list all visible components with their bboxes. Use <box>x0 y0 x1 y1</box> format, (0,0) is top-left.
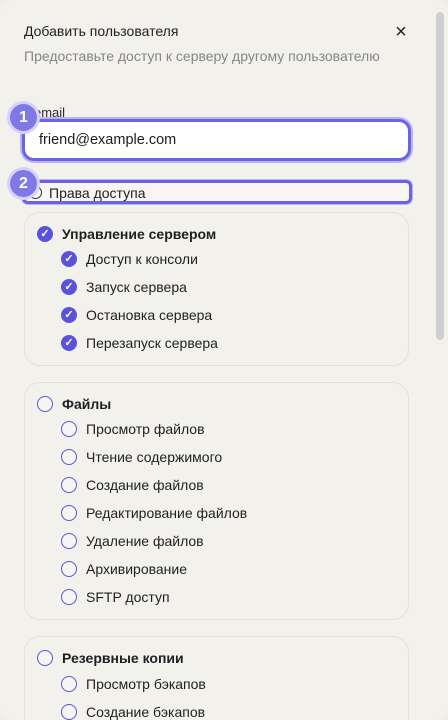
group-header-server[interactable]: ✓ Управление сервером <box>37 224 216 244</box>
group-header-files[interactable]: Файлы <box>37 394 111 414</box>
permission-label: Создание файлов <box>86 477 204 493</box>
permission-label: Остановка сервера <box>86 307 213 323</box>
permission-item[interactable]: Создание бэкапов <box>61 702 205 720</box>
radio-icon <box>37 396 53 412</box>
email-label: email <box>34 105 66 120</box>
checkmark-icon: ✓ <box>61 335 77 351</box>
radio-icon <box>61 421 77 437</box>
permission-label: Запуск сервера <box>86 279 187 295</box>
step-marker-2: 2 <box>10 170 37 197</box>
group-title: Резервные копии <box>62 650 184 666</box>
group-title: Файлы <box>62 396 112 412</box>
scrollbar-thumb[interactable] <box>436 12 444 340</box>
permission-item[interactable]: Просмотр файлов <box>61 419 205 439</box>
add-user-dialog: Добавить пользователя × Предоставьте дос… <box>0 0 448 720</box>
permission-label: Просмотр бэкапов <box>86 676 206 692</box>
permission-item[interactable]: Чтение содержимого <box>61 447 222 467</box>
dialog-subtitle: Предоставьте доступ к серверу другому по… <box>24 48 380 64</box>
permission-label: Редактирование файлов <box>86 505 248 521</box>
permission-item[interactable]: Просмотр бэкапов <box>61 674 206 694</box>
checkmark-icon: ✓ <box>37 226 53 242</box>
radio-icon <box>61 505 77 521</box>
permission-label: Просмотр файлов <box>86 421 205 437</box>
close-icon[interactable]: × <box>388 20 414 44</box>
radio-icon <box>61 589 77 605</box>
permission-label: SFTP доступ <box>86 589 170 605</box>
permission-label: Удаление файлов <box>86 533 204 549</box>
permission-group-server: ✓ Управление сервером ✓ Доступ к консоли… <box>24 212 409 366</box>
step-marker-1: 1 <box>10 104 37 131</box>
permission-item[interactable]: Удаление файлов <box>61 531 204 551</box>
radio-icon <box>61 676 77 692</box>
permission-item[interactable]: SFTP доступ <box>61 587 170 607</box>
group-header-backups[interactable]: Резервные копии <box>37 648 184 668</box>
radio-icon <box>61 704 77 720</box>
checkmark-icon: ✓ <box>61 307 77 323</box>
permissions-label: Права доступа <box>49 185 146 201</box>
checkmark-icon: ✓ <box>61 251 77 267</box>
radio-icon <box>61 533 77 549</box>
permission-item[interactable]: ✓ Перезапуск сервера <box>61 333 218 353</box>
email-field[interactable] <box>22 119 411 161</box>
permission-label: Чтение содержимого <box>86 449 223 465</box>
group-title: Управление сервером <box>62 226 217 242</box>
checkmark-icon: ✓ <box>61 279 77 295</box>
radio-icon <box>61 561 77 577</box>
permission-item[interactable]: Архивирование <box>61 559 187 579</box>
permission-label: Перезапуск сервера <box>86 335 218 351</box>
permission-item[interactable]: Редактирование файлов <box>61 503 247 523</box>
radio-icon <box>37 650 53 666</box>
permissions-toggle[interactable]: Права доступа <box>22 180 412 204</box>
radio-icon <box>61 477 77 493</box>
permission-item[interactable]: ✓ Запуск сервера <box>61 277 187 297</box>
permission-item[interactable]: ✓ Остановка сервера <box>61 305 212 325</box>
permission-label: Архивирование <box>86 561 188 577</box>
permission-item[interactable]: ✓ Доступ к консоли <box>61 249 198 269</box>
dialog-title: Добавить пользователя <box>24 23 179 39</box>
radio-icon <box>61 449 77 465</box>
permission-group-backups: Резервные копии Просмотр бэкапов Создани… <box>24 636 409 720</box>
permission-item[interactable]: Создание файлов <box>61 475 204 495</box>
permission-label: Доступ к консоли <box>86 251 198 267</box>
permission-group-files: Файлы Просмотр файлов Чтение содержимого… <box>24 382 409 620</box>
permission-label: Создание бэкапов <box>86 704 206 720</box>
